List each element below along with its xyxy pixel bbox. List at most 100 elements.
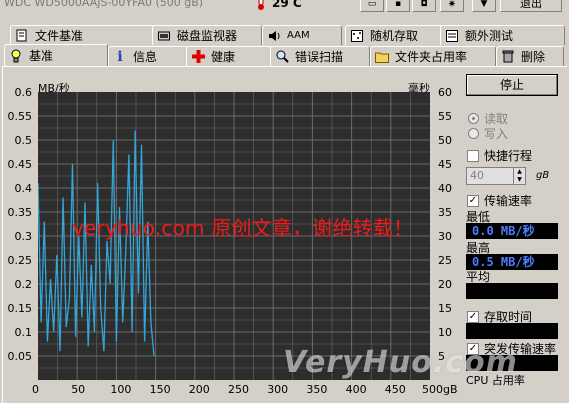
tab-random-access[interactable]: 随机存取 (345, 25, 445, 45)
x-tick: 50 (71, 383, 86, 396)
x-tick: 100 (110, 383, 132, 396)
error-scan-icon (275, 50, 289, 64)
y-tick-left: 0.45 (7, 158, 33, 171)
y-tick-right: 55 (438, 110, 452, 123)
tab-label: 额外测试 (465, 29, 514, 43)
toolbar: WDC WD5000AAJS-00YFA0 (500 gB) 29 C ▭ ▪ … (0, 0, 569, 14)
avg-value (466, 283, 558, 299)
x-tick: 350 (306, 383, 328, 396)
quick-stroke-unit: gB (536, 170, 550, 181)
x-tick: 200 (188, 383, 210, 396)
lightbulb-icon (9, 49, 23, 63)
watermark-text: veryhuo.com 原创文章，谢绝转载！ (72, 216, 414, 240)
y-tick-left: 0.5 (14, 134, 33, 147)
x-tick: 250 (228, 383, 249, 396)
tab-health[interactable]: 健康 (186, 46, 273, 66)
tab-file-benchmark[interactable]: 文件基准 (10, 25, 170, 45)
tab-label: 信息 (133, 50, 158, 64)
drive-select[interactable]: WDC WD5000AAJS-00YFA0 (500 gB) (4, 0, 203, 9)
x-tick: 150 (149, 383, 171, 396)
tab-error-scan[interactable]: 错误扫描 (270, 46, 370, 66)
y-tick-right: 40 (438, 182, 452, 195)
options-button[interactable]: ✷ (440, 0, 464, 12)
file-benchmark-icon (15, 29, 29, 43)
tab-label: 基准 (29, 49, 54, 63)
save-button[interactable]: ▪ (386, 0, 410, 12)
transfer-rate-check: ✓ (467, 194, 479, 207)
y-tick-left: 0.1 (14, 326, 33, 339)
quick-stroke-checkbox[interactable]: 快捷行程 (467, 147, 532, 164)
y-tick-right: 30 (438, 230, 452, 243)
y-tick-left: 0.25 (7, 254, 33, 267)
y-tick-right: 35 (438, 206, 452, 219)
y-tick-left: 0.3 (14, 230, 33, 243)
read-radio-dot (468, 113, 479, 124)
tab-aam[interactable]: AAM (262, 25, 342, 45)
tab-info[interactable]: i 信息 (108, 46, 188, 66)
x-tick: 0 (32, 383, 39, 396)
x-tick: 500gB (422, 383, 458, 396)
gear-icon: ✷ (447, 0, 457, 10)
camera-icon: ◘ (420, 0, 428, 9)
spinner-arrows[interactable]: ▲ ▼ (513, 168, 525, 184)
transfer-rate-checkbox[interactable]: ✓ 传输速率 (467, 192, 532, 209)
trash-icon (501, 50, 515, 64)
transfer-rate-label: 传输速率 (484, 194, 533, 208)
temperature-readout: 29 C (272, 0, 302, 10)
disk-monitor-icon (157, 29, 171, 43)
write-label: 写入 (484, 127, 509, 141)
tab-benchmark[interactable]: 基准 (4, 44, 108, 66)
y-tick-right: 20 (438, 278, 452, 291)
copy-button[interactable]: ▭ (360, 0, 384, 12)
y-tick-right: 60 (438, 86, 452, 99)
y-tick-left: 0.15 (7, 302, 33, 315)
write-radio[interactable]: 写入 (468, 125, 508, 142)
y-tick-right: 25 (438, 254, 452, 267)
x-tick: 450 (384, 383, 406, 396)
extra-tests-icon (445, 29, 459, 43)
y-tick-right: 10 (438, 326, 452, 339)
y-tick-right: 45 (438, 158, 452, 171)
min-value: 0.0 MB/秒 (466, 223, 558, 239)
y-tick-left: 0.55 (7, 110, 33, 123)
exit-button[interactable]: 退出 (500, 0, 562, 12)
tab-label: 随机存取 (370, 29, 419, 43)
quick-stroke-label: 快捷行程 (484, 149, 533, 163)
tab-label: 文件基准 (35, 29, 84, 43)
screenshot-button[interactable]: ◘ (412, 0, 436, 12)
tab-label: 文件夹占用率 (395, 50, 468, 64)
quick-stroke-spinner[interactable]: 40 ▲ ▼ (466, 167, 526, 185)
y-tick-left: 0.35 (7, 206, 33, 219)
tab-folder-usage[interactable]: 文件夹占用率 (370, 46, 496, 66)
y-tick-left: 0.4 (14, 182, 33, 195)
menu-button[interactable]: ▼ (472, 0, 496, 12)
write-radio-dot (468, 128, 479, 139)
y-tick-right: 50 (438, 134, 452, 147)
health-cross-icon (191, 50, 205, 64)
site-logo-watermark: VeryHuo.com (283, 345, 518, 380)
thermometer-icon (256, 0, 266, 10)
stop-button[interactable]: 停止 (466, 74, 558, 96)
tab-extra-tests[interactable]: 额外测试 (440, 25, 565, 45)
tab-label: AAM (287, 30, 310, 41)
y-tick-left: 0.05 (7, 350, 33, 363)
access-time-check: ✓ (467, 310, 479, 323)
info-icon: i (117, 48, 123, 65)
y-tick-right: 15 (438, 302, 452, 315)
access-time-value (466, 323, 558, 339)
tab-erase[interactable]: 删除 (496, 46, 564, 66)
arrow-down-icon: ▼ (480, 0, 488, 9)
folder-icon (375, 50, 389, 64)
speaker-icon (267, 29, 281, 43)
quick-stroke-check (467, 149, 479, 162)
tab-label: 删除 (521, 50, 546, 64)
tab-label: 错误扫描 (295, 50, 344, 64)
tab-label: 磁盘监视器 (177, 29, 238, 43)
tab-label: 健康 (211, 50, 236, 64)
copy-icon: ▭ (367, 0, 377, 9)
x-tick: 400 (345, 383, 367, 396)
tab-disk-monitor[interactable]: 磁盘监视器 (152, 25, 262, 45)
y-tick-left: 0.6 (14, 86, 33, 99)
random-access-icon (350, 29, 364, 43)
save-icon: ▪ (394, 0, 402, 9)
